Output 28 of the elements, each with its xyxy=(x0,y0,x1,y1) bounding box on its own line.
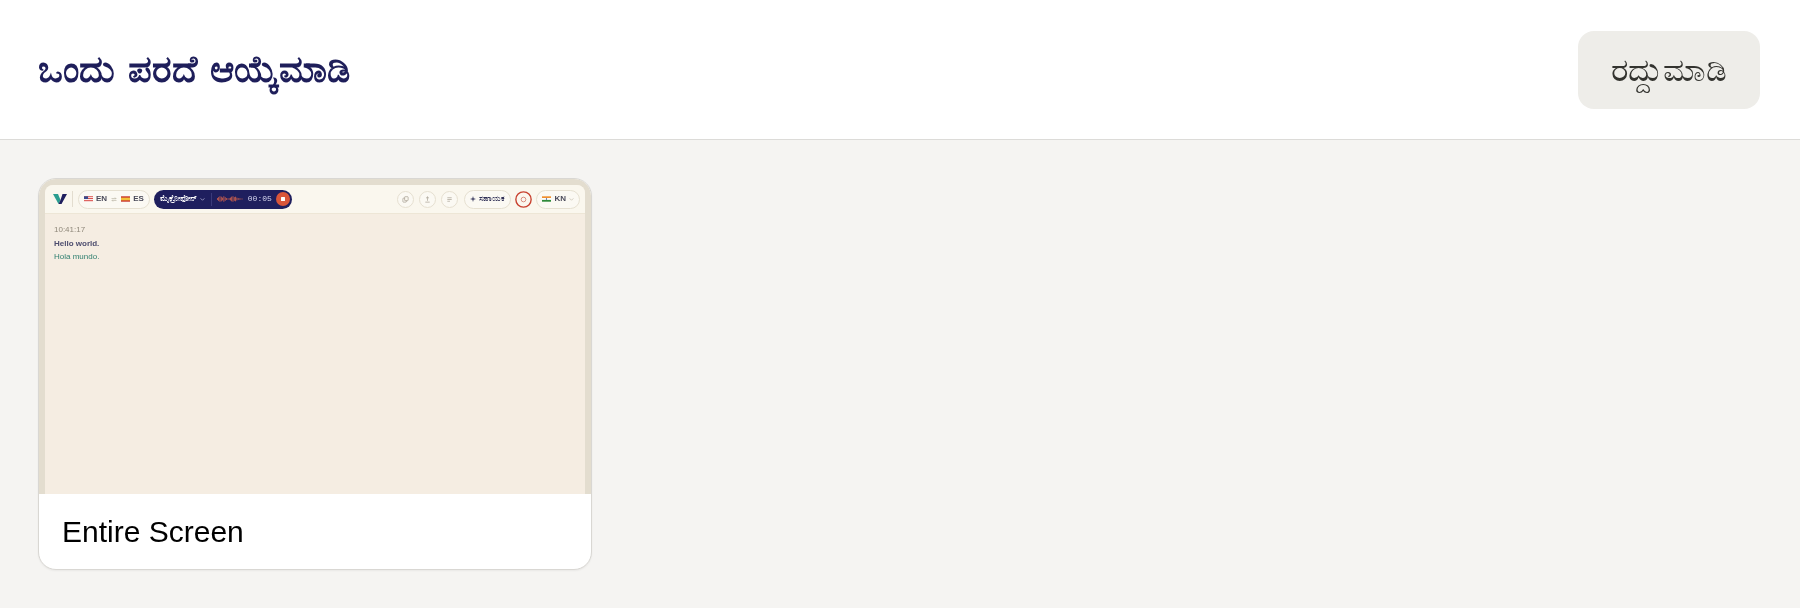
india-flag-icon xyxy=(542,196,552,202)
screen-option-card[interactable]: EN ES ಮೈಕ್ರೋಫೋನ್ 00:05 ಸಹಾಯಕ KN 10:41:17 Hello world. Hola mundo. Entire Screen xyxy=(38,178,592,570)
sparkle-icon xyxy=(470,196,477,202)
list-button[interactable] xyxy=(441,190,459,208)
spain-flag-icon xyxy=(121,196,131,202)
stop-icon[interactable] xyxy=(275,192,290,206)
microphone-dropdown[interactable]: ಮೈಕ್ರೋಫೋನ್ xyxy=(159,195,205,203)
copy-button[interactable] xyxy=(397,190,415,208)
swap-arrows-icon xyxy=(111,196,118,202)
interface-language-button[interactable]: KN xyxy=(536,189,580,209)
logo-icon xyxy=(53,194,67,204)
copy-icon xyxy=(402,195,410,203)
recording-timer: 00:05 xyxy=(247,195,272,203)
timestamp: 10:41:17 xyxy=(54,225,87,234)
cancel-button[interactable]: ರದ್ದುಮಾಡಿ xyxy=(1578,30,1760,109)
transcript-text: Hello world. xyxy=(54,239,101,248)
list-icon xyxy=(446,195,454,203)
assistant-button[interactable]: ಸಹಾಯಕ xyxy=(464,189,512,209)
target-language-code: ES xyxy=(133,195,144,203)
source-language-code: EN xyxy=(96,195,108,203)
source-label: Entire Screen xyxy=(62,514,244,549)
target-icon[interactable] xyxy=(515,190,533,208)
translation-text: Hola mundo. xyxy=(54,252,101,261)
language-pair-selector[interactable]: EN ES xyxy=(78,189,150,209)
upload-icon xyxy=(424,195,432,203)
upload-button[interactable] xyxy=(419,190,437,208)
chevron-down-icon xyxy=(199,197,205,201)
us-flag-icon xyxy=(84,196,93,202)
